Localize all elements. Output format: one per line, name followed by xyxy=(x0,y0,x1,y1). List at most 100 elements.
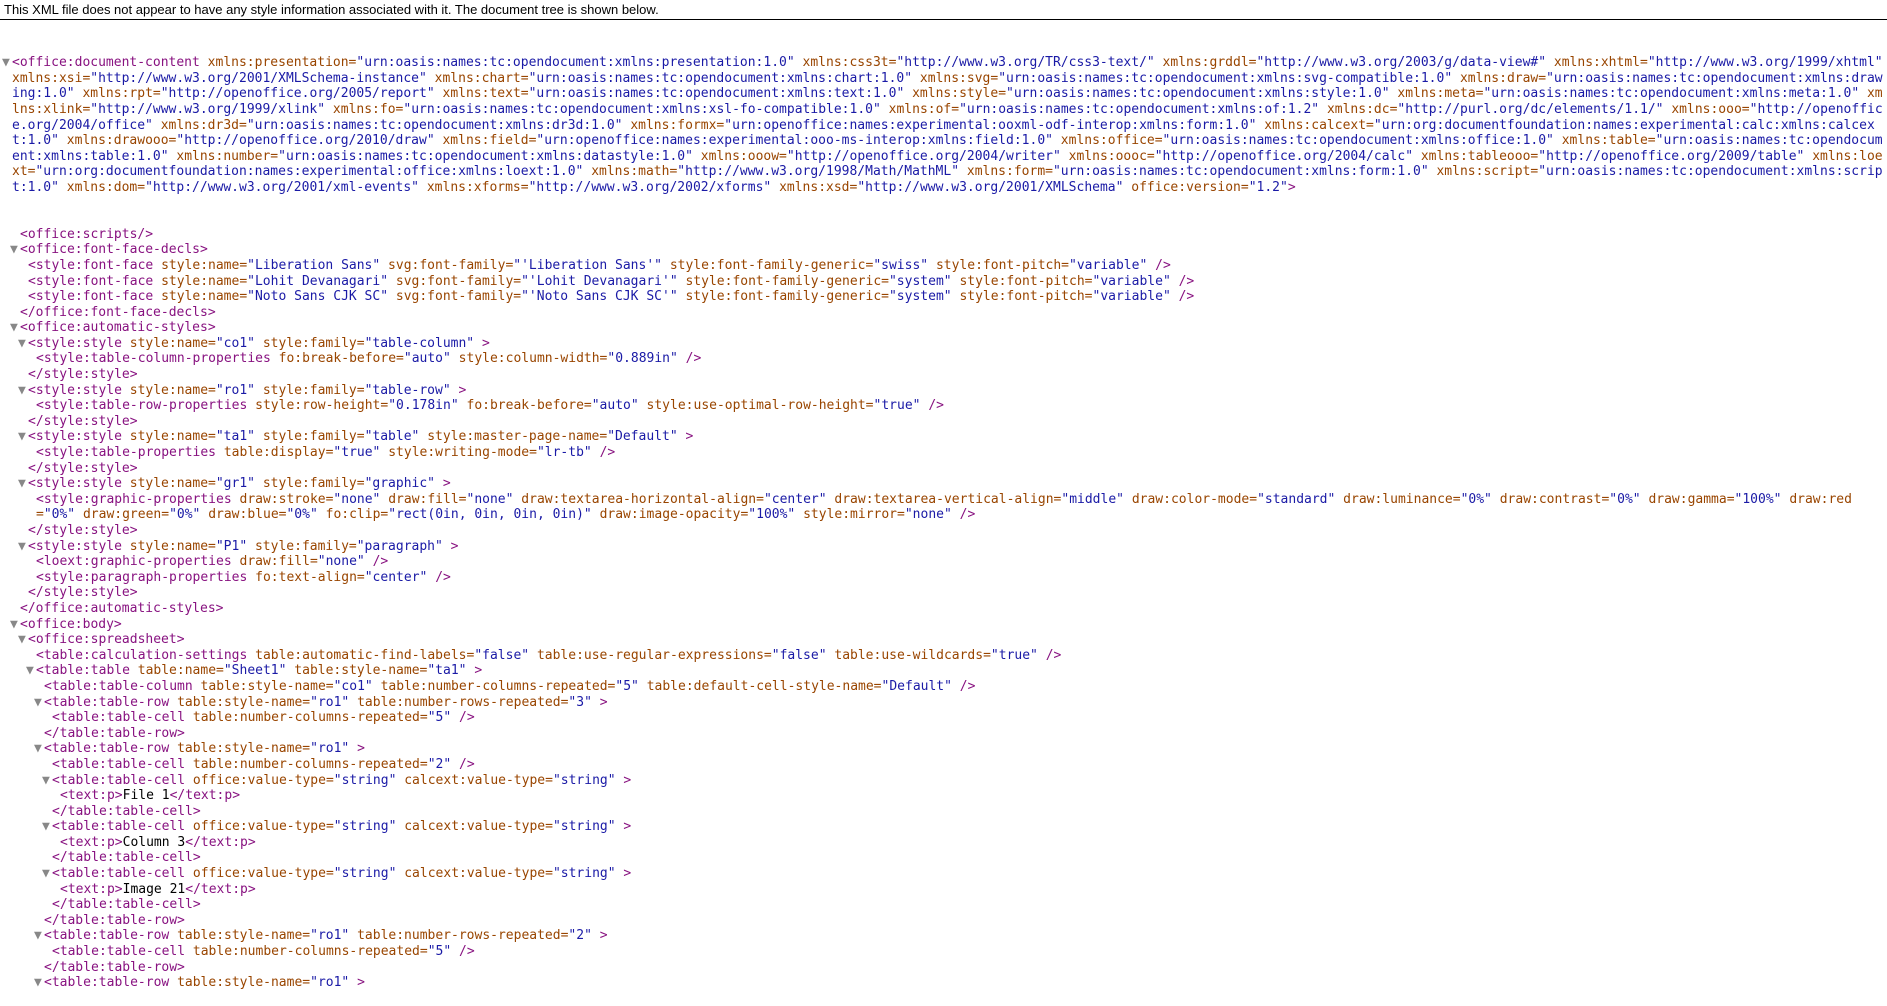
xml-attr-value: "variable" xyxy=(1069,258,1147,273)
xml-line: ▼<table:table table:name="Sheet1" table:… xyxy=(4,663,1883,679)
tree-toggle-icon[interactable]: ▼ xyxy=(42,819,52,835)
xml-attr-value: "variable" xyxy=(1093,289,1171,304)
tree-toggle-icon[interactable]: ▼ xyxy=(18,383,28,399)
tree-toggle-icon[interactable]: ▼ xyxy=(34,975,44,991)
tree-toggle-icon[interactable]: ▼ xyxy=(10,320,20,336)
xml-attr-value: "http://www.w3.org/2001/XMLSchema" xyxy=(857,180,1123,195)
xml-attr-name: draw:fill= xyxy=(388,492,466,507)
tree-toggle-icon[interactable]: ▼ xyxy=(34,695,44,711)
tree-toggle-icon[interactable]: ▼ xyxy=(18,336,28,352)
xml-line: <table:table-cell table:number-columns-r… xyxy=(4,944,1883,960)
xml-attr-name: xmlns:tableooo= xyxy=(1421,149,1538,164)
xml-tag: > xyxy=(474,663,482,678)
xml-line: </table:table-cell> xyxy=(4,897,1883,913)
xml-attr-value: "0%" xyxy=(44,507,75,522)
xml-attr-name: fo:break-before= xyxy=(279,351,404,366)
xml-attr-value: "0.889in" xyxy=(607,351,677,366)
xml-attr-name: table:style-name= xyxy=(177,695,310,710)
xml-attr-value: "true" xyxy=(991,648,1038,663)
xml-line: ▼<table:table-row table:style-name="ro1"… xyxy=(4,741,1883,757)
xml-line: <style:font-face style:name="Liberation … xyxy=(4,258,1883,274)
xml-attr-name: table:number-columns-repeated= xyxy=(193,710,428,725)
xml-attr-name: xmlns:ooo= xyxy=(1671,102,1749,117)
xml-attr-name: xmlns:math= xyxy=(591,164,677,179)
tree-toggle-icon[interactable]: ▼ xyxy=(2,55,12,71)
xml-tag: <style:style xyxy=(28,539,130,554)
xml-attr-value: "center" xyxy=(365,570,428,585)
xml-line: </table:table-cell> xyxy=(4,804,1883,820)
tree-toggle-icon[interactable]: ▼ xyxy=(34,928,44,944)
xml-tag: <style:table-properties xyxy=(36,445,224,460)
tree-toggle-icon[interactable]: ▼ xyxy=(18,539,28,555)
xml-attr-value: "0.178in" xyxy=(388,398,458,413)
xml-tag: > xyxy=(685,429,693,444)
tree-toggle-icon[interactable]: ▼ xyxy=(18,476,28,492)
xml-attr-name: style:name= xyxy=(130,476,216,491)
xml-tag: </style:style> xyxy=(28,414,138,429)
tree-toggle-icon[interactable]: ▼ xyxy=(18,632,28,648)
xml-attr-value: "http://www.w3.org/2002/xforms" xyxy=(529,180,772,195)
xml-line: <style:graphic-properties draw:stroke="n… xyxy=(4,492,1883,523)
xml-line: </style:style> xyxy=(4,461,1883,477)
tree-toggle-icon[interactable]: ▼ xyxy=(42,773,52,789)
xml-line: ▼<style:style style:name="P1" style:fami… xyxy=(4,539,1883,555)
tree-toggle-icon[interactable]: ▼ xyxy=(34,741,44,757)
xml-line: ▼<office:body> xyxy=(4,617,1883,633)
xml-tag: <table:table-cell xyxy=(52,819,193,834)
xml-line: <office:scripts/> xyxy=(4,227,1883,243)
xml-tag: <table:calculation-settings xyxy=(36,648,255,663)
xml-attr-name: table:use-regular-expressions= xyxy=(537,648,772,663)
xml-tag: <table:table-row xyxy=(44,695,177,710)
xml-attr-value: "ro1" xyxy=(310,928,349,943)
xml-attr-value: "string" xyxy=(553,866,616,881)
xml-tag: <office:scripts/> xyxy=(20,227,153,242)
xml-attr-value: "100%" xyxy=(748,507,795,522)
xml-attr-value: "graphic" xyxy=(365,476,435,491)
xml-tag: /> xyxy=(1155,258,1171,273)
tree-toggle-icon[interactable]: ▼ xyxy=(26,663,36,679)
tree-toggle-icon[interactable]: ▼ xyxy=(10,617,20,633)
xml-tag: > xyxy=(600,928,608,943)
xml-attr-value: "center" xyxy=(764,492,827,507)
xml-line: <style:table-row-properties style:row-he… xyxy=(4,398,1883,414)
xml-attr-name: xmlns:ooow= xyxy=(701,149,787,164)
tree-toggle-icon[interactable]: ▼ xyxy=(10,242,20,258)
xml-attr-value: "http://openoffice.org/2004/calc" xyxy=(1155,149,1413,164)
xml-attr-value: "false" xyxy=(474,648,529,663)
xml-attr-value: "1.2" xyxy=(1249,180,1288,195)
xml-tag: </table:table-cell> xyxy=(52,897,201,912)
xml-tag: </text:p> xyxy=(170,788,240,803)
xml-tag: <loext:graphic-properties xyxy=(36,554,240,569)
xml-tag: </table:table-row> xyxy=(44,960,185,975)
xml-attr-name: xmlns:presentation= xyxy=(208,55,357,70)
xml-attr-value: "http://www.w3.org/1998/Math/MathML" xyxy=(677,164,959,179)
xml-attr-value: "'Noto Sans CJK SC'" xyxy=(521,289,678,304)
xml-tag: <style:style xyxy=(28,336,130,351)
xml-attr-value: "co1" xyxy=(216,336,255,351)
xml-line: <table:table-cell table:number-columns-r… xyxy=(4,710,1883,726)
xml-line: ▼<table:table-row table:style-name="ro1"… xyxy=(4,695,1883,711)
xml-attr-value: "urn:openoffice:names:experimental:ooo-m… xyxy=(536,133,1053,148)
xml-tag: > xyxy=(623,819,631,834)
xml-attr-name: table:use-wildcards= xyxy=(834,648,991,663)
tree-toggle-icon[interactable]: ▼ xyxy=(42,866,52,882)
xml-attr-value: "auto" xyxy=(592,398,639,413)
xml-line: <loext:graphic-properties draw:fill="non… xyxy=(4,554,1883,570)
xml-attr-name: xmlns:table= xyxy=(1562,133,1656,148)
xml-line: </table:table-cell> xyxy=(4,850,1883,866)
xml-tag: /> xyxy=(1179,289,1195,304)
xml-attr-name: style:name= xyxy=(130,539,216,554)
xml-line: </style:style> xyxy=(4,585,1883,601)
xml-attr-value: "urn:oasis:names:tc:opendocument:xmlns:d… xyxy=(278,149,693,164)
tree-toggle-icon[interactable]: ▼ xyxy=(18,429,28,445)
xml-line: ▼<style:style style:name="ta1" style:fam… xyxy=(4,429,1883,445)
xml-tag: <table:table-cell xyxy=(52,866,193,881)
xml-attr-value: "ta1" xyxy=(216,429,255,444)
xml-attr-value: "string" xyxy=(334,866,397,881)
xml-tag: </text:p> xyxy=(185,882,255,897)
xml-tag: /> xyxy=(1046,648,1062,663)
xml-attr-name: office:value-type= xyxy=(193,819,334,834)
xml-attr-name: xmlns:form= xyxy=(967,164,1053,179)
xml-attr-value: "http://www.w3.org/2001/xml-events" xyxy=(145,180,419,195)
xml-attr-name: style:master-page-name= xyxy=(427,429,607,444)
